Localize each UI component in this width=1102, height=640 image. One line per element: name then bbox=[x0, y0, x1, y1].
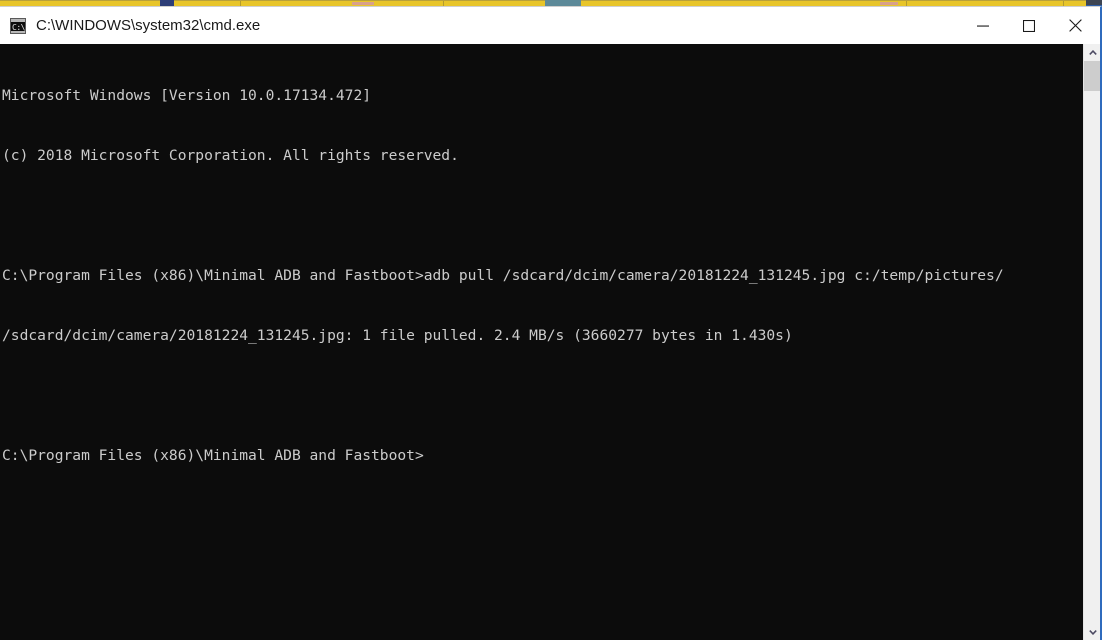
console-line: Microsoft Windows [Version 10.0.17134.47… bbox=[2, 87, 372, 104]
maximize-button[interactable] bbox=[1006, 7, 1052, 44]
background-tab-swatch-1 bbox=[352, 2, 374, 5]
console-output-area[interactable]: Microsoft Windows [Version 10.0.17134.47… bbox=[0, 44, 1100, 640]
window-controls bbox=[960, 7, 1098, 44]
title-bar[interactable]: C:\ C:\WINDOWS\system32\cmd.exe bbox=[0, 7, 1100, 44]
console-line-command: C:\Program Files (x86)\Minimal ADB and F… bbox=[2, 267, 1004, 284]
scrollbar-thumb[interactable] bbox=[1084, 61, 1100, 91]
console-line-result: /sdcard/dcim/camera/20181224_131245.jpg:… bbox=[2, 327, 793, 344]
cmd-icon-bottom-strip bbox=[11, 31, 25, 33]
close-button[interactable] bbox=[1052, 7, 1098, 44]
cmd-window: C:\ C:\WINDOWS\system32\cmd.exe Microsof… bbox=[0, 6, 1102, 640]
background-tab-swatch-2 bbox=[880, 2, 898, 5]
scroll-down-arrow[interactable] bbox=[1084, 624, 1100, 640]
console-line: (c) 2018 Microsoft Corporation. All righ… bbox=[2, 147, 459, 164]
scroll-up-arrow[interactable] bbox=[1084, 44, 1100, 61]
minimize-button[interactable] bbox=[960, 7, 1006, 44]
chevron-up-icon bbox=[1088, 50, 1097, 55]
cmd-exe-icon: C:\ bbox=[10, 18, 26, 34]
console-line-prompt: C:\Program Files (x86)\Minimal ADB and F… bbox=[2, 447, 424, 464]
close-icon bbox=[1068, 19, 1082, 32]
window-title: C:\WINDOWS\system32\cmd.exe bbox=[36, 17, 261, 34]
chevron-down-icon bbox=[1088, 630, 1097, 635]
maximize-icon bbox=[1023, 19, 1035, 32]
minimize-icon bbox=[977, 25, 989, 27]
console-text: Microsoft Windows [Version 10.0.17134.47… bbox=[2, 46, 1076, 506]
console-scrollbar[interactable] bbox=[1083, 44, 1100, 640]
screen: C:\ C:\WINDOWS\system32\cmd.exe Microsof… bbox=[0, 0, 1102, 640]
